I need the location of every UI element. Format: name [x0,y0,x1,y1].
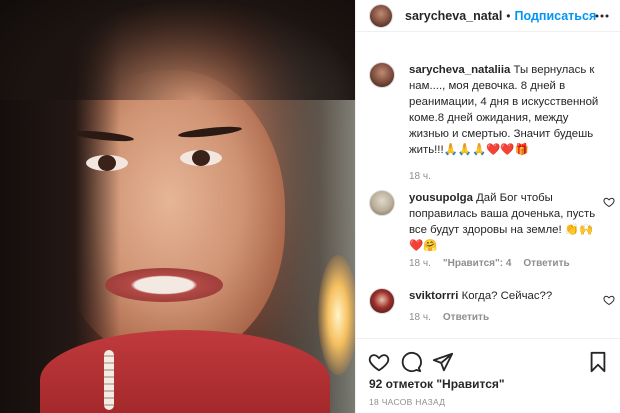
comment-meta: 18 ч. "Нравится": 4 Ответить [409,258,570,269]
photo-right-eye [180,150,222,166]
more-options-icon[interactable] [595,9,609,23]
photo-hair-top [0,0,355,100]
comment-like-heart-icon[interactable] [603,196,615,208]
post-actions-bar [356,338,620,380]
comment-likes-count[interactable]: "Нравится": 4 [443,258,512,269]
comment-like-heart-icon[interactable] [603,294,615,306]
author-avatar[interactable] [369,3,393,28]
photo-smile [105,268,223,302]
photo-pearl-necklace [104,350,114,410]
photo-candle-glow [318,255,355,375]
instagram-post: sarycheva_natal • Подписаться sarycheva_… [0,0,620,413]
comment-icon[interactable] [400,351,422,373]
comment-body: sviktorrri Когда? Сейчас?? [409,288,604,304]
comment-time[interactable]: 18 ч. [409,258,431,269]
follow-button[interactable]: Подписаться [515,9,597,23]
comment-meta: 18 ч. Ответить [409,312,489,323]
commenter-avatar[interactable] [369,190,395,216]
post-time-ago[interactable]: 18 ЧАСОВ НАЗАД [369,397,445,407]
author-username[interactable]: sarycheva_natal [405,9,502,23]
commenter-username[interactable]: sarycheva_nataliia [409,64,510,76]
commenter-username[interactable]: yousupolga [409,192,473,204]
post-photo[interactable] [0,0,355,413]
comment-body: sarycheva_nataliia Ты вернулась к нам...… [409,62,604,158]
post-sidebar: sarycheva_natal • Подписаться sarycheva_… [355,0,620,413]
comment-text: Когда? Сейчас?? [461,290,553,302]
bookmark-icon[interactable] [587,351,609,373]
comment-text: Ты вернулась к нам...., моя девочка. 8 д… [409,64,599,156]
heart-icon[interactable] [368,351,390,373]
comment-time[interactable]: 18 ч. [409,312,431,323]
comment-body: yousupolga Дай Бог чтобы поправилась ваш… [409,190,604,254]
post-header: sarycheva_natal • Подписаться [356,0,620,32]
reply-button[interactable]: Ответить [523,258,569,269]
likes-count[interactable]: 92 отметок "Нравится" [369,377,505,391]
comment-time[interactable]: 18 ч. [409,171,431,182]
comments-list: sarycheva_nataliia Ты вернулась к нам...… [356,48,620,338]
commenter-avatar[interactable] [369,62,395,88]
reply-button[interactable]: Ответить [443,312,489,323]
commenter-username[interactable]: sviktorrri [409,290,458,302]
commenter-avatar[interactable] [369,288,395,314]
paper-plane-icon[interactable] [432,351,454,373]
comment-meta: 18 ч. [409,171,431,182]
photo-left-eye [86,155,128,171]
header-separator: • [506,8,511,23]
